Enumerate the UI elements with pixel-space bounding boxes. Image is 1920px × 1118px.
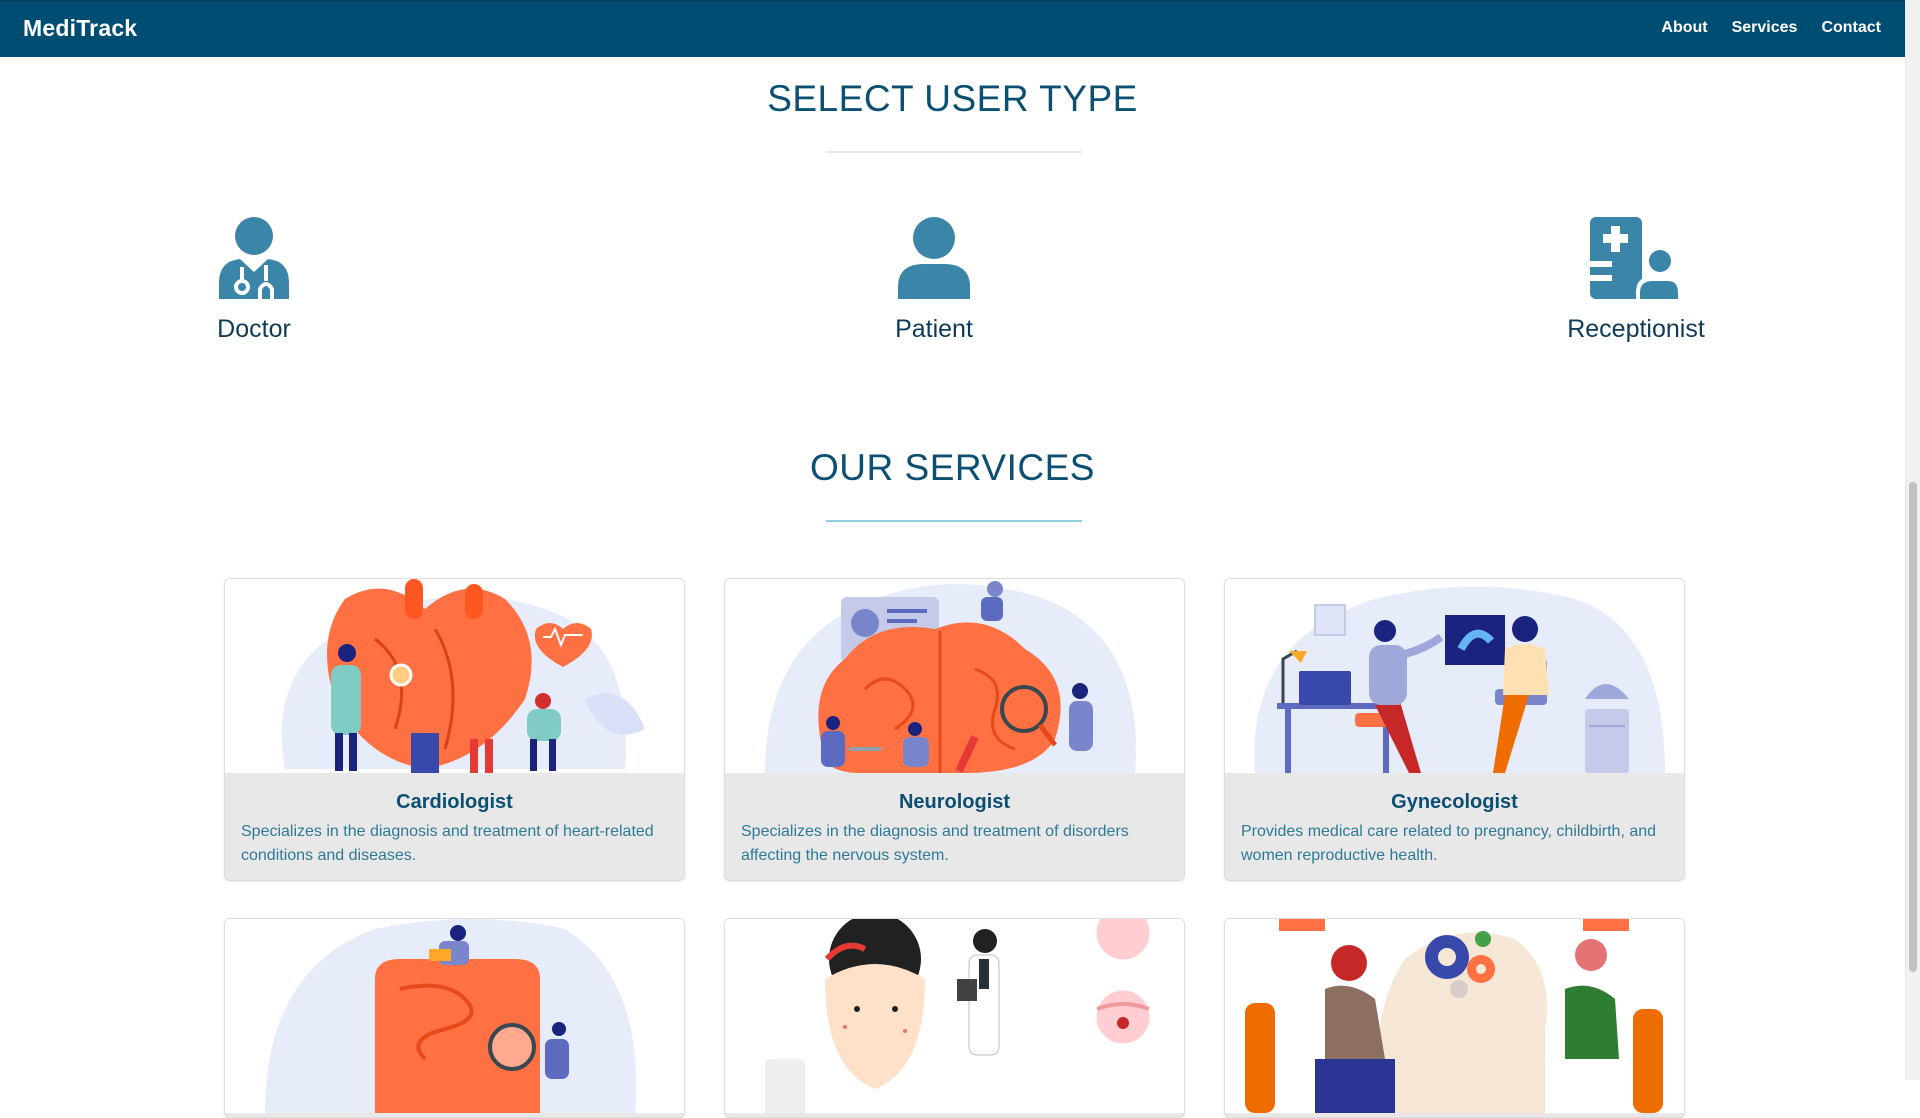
- section-divider: [826, 151, 1082, 153]
- service-card-title: Cardiologist: [396, 791, 513, 813]
- service-card-description: Specializes in the diagnosis and treatme…: [241, 823, 654, 864]
- mind-illustration: [1225, 919, 1684, 1113]
- service-card-gastro[interactable]: [224, 918, 685, 1118]
- service-card-description: Provides medical care related to pregnan…: [1241, 823, 1657, 864]
- service-card-dermatology[interactable]: [724, 918, 1185, 1118]
- nav-link-contact[interactable]: Contact: [1821, 19, 1881, 37]
- service-card-description: Specializes in the diagnosis and treatme…: [741, 823, 1129, 864]
- intestine-illustration: [225, 919, 684, 1113]
- top-navbar: MediTrack About Services Contact: [0, 0, 1905, 57]
- nav-link-services[interactable]: Services: [1732, 19, 1798, 37]
- heart-illustration: [225, 579, 684, 773]
- user-type-doctor[interactable]: Doctor: [174, 217, 334, 344]
- user-type-patient[interactable]: Patient: [854, 217, 1014, 344]
- page-scrollbar[interactable]: [1905, 0, 1920, 1080]
- select-user-type-title: SELECT USER TYPE: [767, 78, 1138, 119]
- nav-link-about[interactable]: About: [1661, 19, 1707, 37]
- service-card-psychology[interactable]: [1224, 918, 1685, 1118]
- user-icon: [898, 217, 970, 299]
- service-card-neurologist[interactable]: Neurologist Specializes in the diagnosis…: [724, 578, 1185, 881]
- user-doctor-icon: [219, 217, 289, 299]
- service-card-title: Gynecologist: [1391, 791, 1518, 813]
- user-type-receptionist-label: Receptionist: [1567, 315, 1705, 343]
- service-card-title: Neurologist: [898, 791, 1011, 813]
- section-divider: [826, 520, 1082, 522]
- user-type-doctor-label: Doctor: [217, 315, 291, 343]
- user-type-receptionist[interactable]: Receptionist: [1556, 217, 1716, 344]
- consultation-illustration: [1225, 579, 1684, 773]
- skin-illustration: [725, 919, 1184, 1113]
- service-card-cardiologist[interactable]: Cardiologist Specializes in the diagnosi…: [224, 578, 685, 881]
- nav-links: About Services Contact: [1661, 19, 1881, 37]
- brand-logo[interactable]: MediTrack: [23, 15, 137, 42]
- hospital-user-icon: [1590, 217, 1682, 299]
- brain-illustration: [725, 579, 1184, 773]
- our-services-title: OUR SERVICES: [810, 447, 1095, 488]
- scrollbar-thumb[interactable]: [1909, 482, 1917, 972]
- user-type-patient-label: Patient: [895, 315, 973, 343]
- service-card-gynecologist[interactable]: Gynecologist Provides medical care relat…: [1224, 578, 1685, 881]
